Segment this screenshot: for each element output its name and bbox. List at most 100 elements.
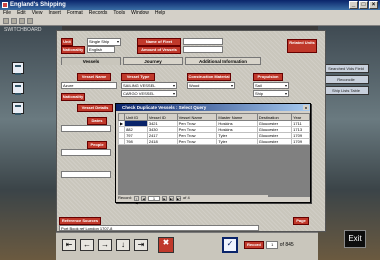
menu-view[interactable]: View [32,10,43,17]
fleet-name-label: Name of Fleet [137,38,181,46]
toolbar-button[interactable] [27,18,33,24]
menu-records[interactable]: Records [89,10,108,17]
amount-vessels-label: Amount of Vessels [137,46,181,54]
new-record-button[interactable]: ▶* [176,195,182,201]
close-window-button[interactable]: × [369,1,378,9]
next-arrow-icon[interactable]: → [98,239,112,251]
table-header-row: Unit ID Vessel ID Vessel Name Master Nam… [117,113,310,121]
exit-button[interactable]: Exit [344,230,366,248]
vessel-type-label: Vessel Type [121,73,155,81]
background-painting-left [0,26,62,260]
toolbar-button[interactable] [19,18,25,24]
table-row[interactable]: 798 2418 Pen Trow Tyler Gloucester 1709 [117,138,310,145]
side-table-button[interactable] [12,102,24,115]
delete-record-icon[interactable]: ✖ [158,237,174,253]
table-cell[interactable]: Pen Trow [176,138,218,145]
table-cell[interactable]: 798 [124,138,148,145]
column-header[interactable]: Destination [256,113,293,121]
tab-journey[interactable]: Journey [123,57,183,65]
menu-edit[interactable]: Edit [17,10,26,17]
previous-arrow-icon[interactable]: ← [80,239,94,251]
maximize-button[interactable]: □ [359,1,368,9]
side-table-button[interactable] [12,62,24,75]
next-record-button[interactable]: ▶ [162,195,168,201]
main-record-navigator: Record 1 of 845 [244,241,294,249]
toolbar-button[interactable] [11,18,17,24]
window-title: England's Shipping [10,2,66,8]
last-record-button[interactable]: ▶| [169,195,175,201]
table-cell[interactable]: 2418 [146,138,178,145]
rig-select[interactable]: Ship [253,90,289,97]
table-cell[interactable]: 1709 [291,138,310,145]
propulsion-label: Propulsion [253,73,283,81]
background-painting-right [318,26,380,260]
column-header[interactable]: Vessel Name [176,113,218,121]
down-arrow-icon[interactable]: ↓ [116,239,130,251]
people-field[interactable] [61,171,111,178]
results-table: Unit ID Vessel ID Vessel Name Master Nam… [117,113,310,145]
column-header[interactable]: Master Name [216,113,258,121]
switchboard-label: SWITCHBOARD [4,27,42,33]
dates-field[interactable] [61,125,111,132]
menu-insert[interactable]: Insert [48,10,61,17]
tab-vessels[interactable]: Vessels [61,57,121,65]
reconcile-button[interactable]: Reconcile [323,75,369,84]
toolbar-button[interactable] [3,18,9,24]
record-count: of 4 [183,195,190,200]
menu-help[interactable]: Help [155,10,165,17]
vessel-name-label: Vessel Name [77,73,111,81]
column-header[interactable]: Year [291,113,310,121]
dates-label: Dates [87,117,107,125]
vessel-name-field[interactable]: Azure [61,82,117,89]
unit-select[interactable]: Single Ship [87,38,121,46]
record-label: Record: [118,195,133,200]
main-record-label: Record [244,241,264,249]
fleet-name-field[interactable] [183,38,223,45]
reference-sources-label: Reference Sources [59,217,101,225]
bottom-navigation-bar: ⇤ ← → ↓ ⇥ ✖ ✓ Record 1 of 845 [56,232,318,260]
column-header[interactable]: Unit ID [124,113,148,121]
menu-window[interactable]: Window [131,10,149,17]
page-label: Page [293,217,309,225]
construction-material-select[interactable]: Wood [187,82,235,89]
column-header[interactable]: Vessel ID [146,113,178,121]
app-icon [2,2,8,8]
previous-record-button[interactable]: ◀ [141,195,147,201]
menu-file[interactable]: File [3,10,11,17]
last-record-arrow-icon[interactable]: ⇥ [134,239,148,251]
nationality-label: Nationality [61,93,85,101]
current-record-field[interactable]: 1 [148,195,161,201]
searched-vids-field-button[interactable]: Searched Vids Field [323,64,369,73]
reference-source-field[interactable]: Port Book ref London 1707-8 [59,225,259,231]
minimize-button[interactable]: _ [349,1,358,9]
dialog-title: Check Duplicate Vessels : Select Query [122,105,207,110]
people-field[interactable] [61,149,111,156]
amount-vessels-field[interactable] [183,46,223,53]
first-record-arrow-icon[interactable]: ⇤ [62,239,76,251]
dialog-close-button[interactable]: x [303,105,309,110]
window-title-bar: England's Shipping _ □ × [0,0,380,10]
toolbar [0,17,380,26]
dialog-title-bar: Check Duplicate Vessels : Select Query x [116,104,310,111]
main-record-current[interactable]: 1 [265,241,278,249]
side-table-button[interactable] [12,82,24,95]
menu-tools[interactable]: Tools [113,10,125,17]
unit-label: Unit [61,38,73,46]
vessel-type-select-2[interactable]: CARGO VESSEL [121,90,177,97]
header-nationality-field[interactable]: English [87,46,115,53]
tab-additional-information[interactable]: Additional Information [185,57,261,65]
table-cell[interactable]: Gloucester [256,138,293,145]
duplicate-vessels-dialog: Check Duplicate Vessels : Select Query x… [115,103,311,205]
first-record-button[interactable]: |◀ [134,195,140,205]
ship-lists-table-button[interactable]: Ship Lists Table [323,86,369,95]
propulsion-select[interactable]: Sail [253,82,289,89]
table-cell[interactable]: Tyler [216,138,258,145]
people-label: People [87,141,107,149]
vessel-type-select-1[interactable]: SAILING VESSEL [121,82,177,89]
menu-format[interactable]: Format [67,10,83,17]
nationality-header-label: Nationality [61,46,85,54]
vessel-details-label: Vessel Details [77,104,113,112]
record-navigator: Record: |◀ ◀ 1 ▶ ▶| ▶* of 4 [118,195,268,205]
save-check-icon[interactable]: ✓ [222,237,238,253]
related-units-button[interactable]: Related Units [287,39,317,53]
